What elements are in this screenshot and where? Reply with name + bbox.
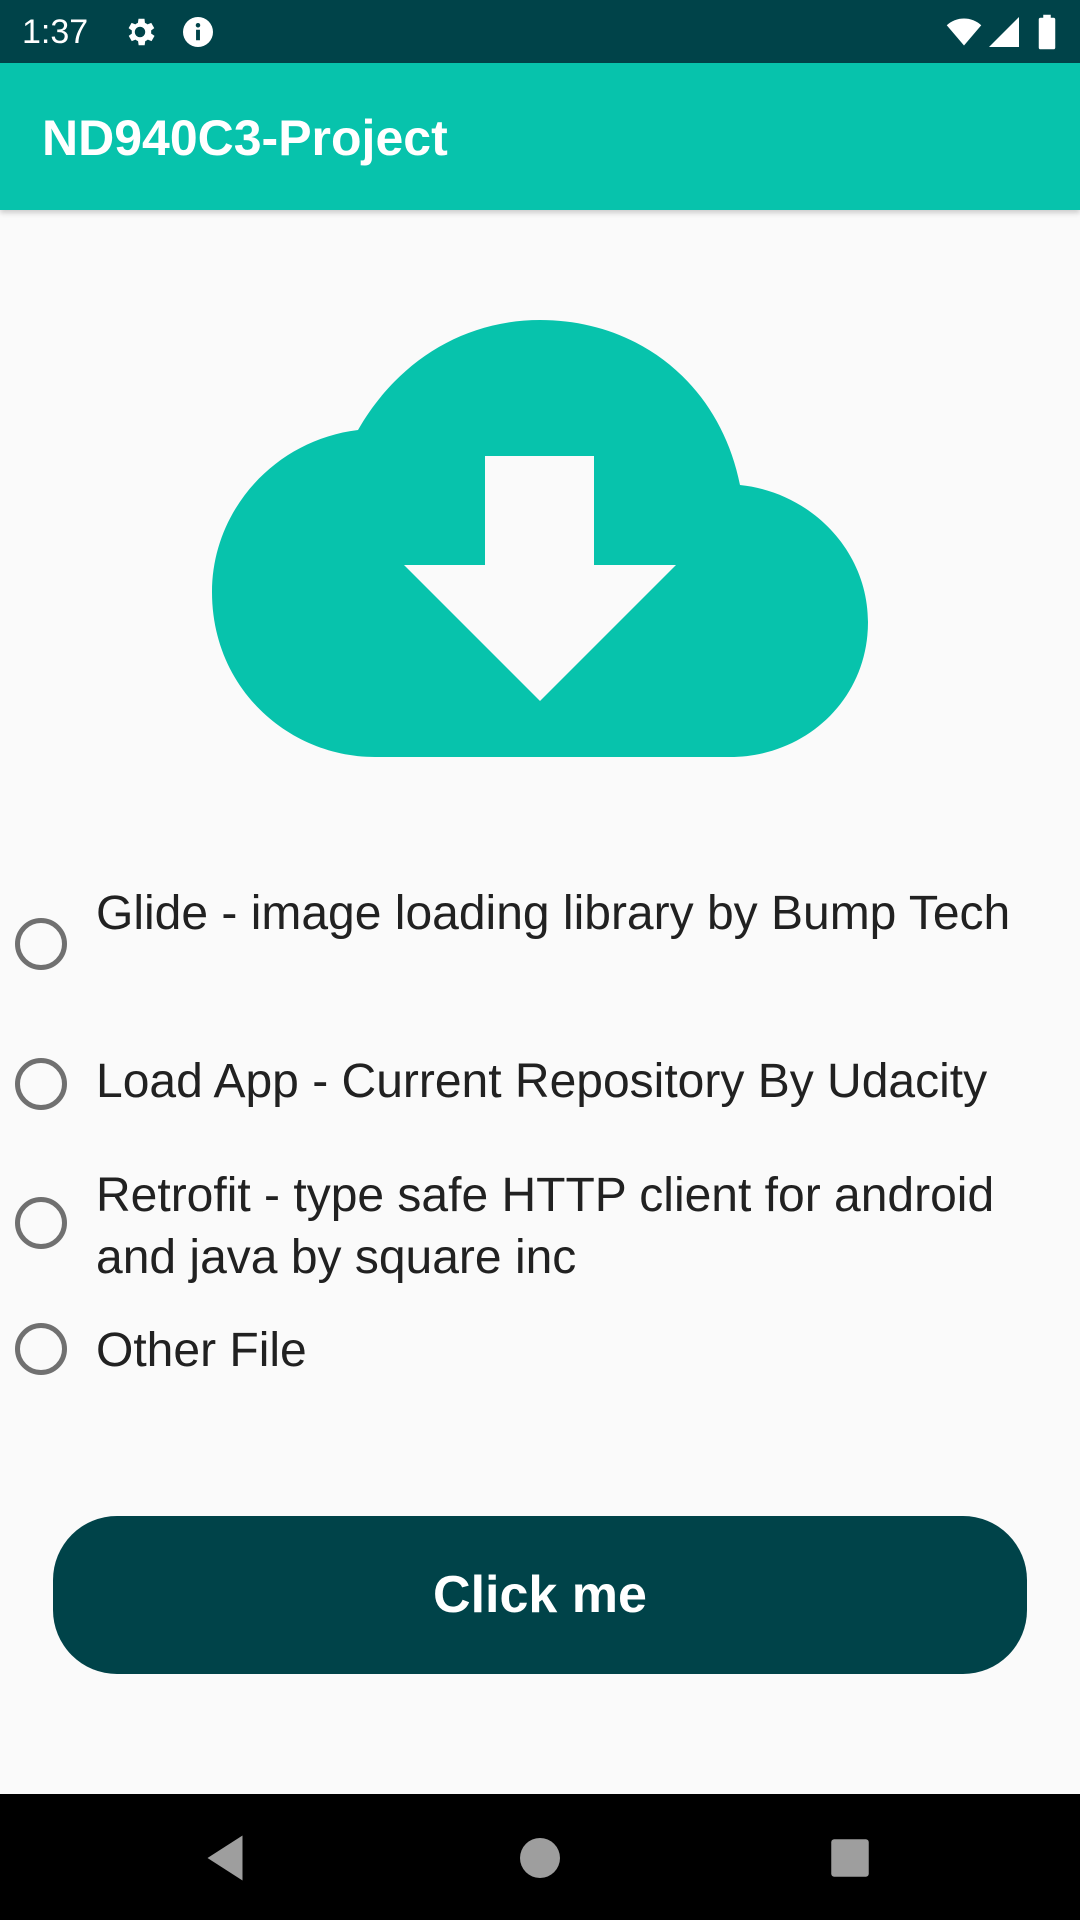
click-me-button[interactable]: Click me (53, 1516, 1027, 1674)
radio-label-other-file: Other File (96, 1324, 307, 1377)
cloud-download-icon (205, 315, 875, 765)
app-title: ND940C3-Project (42, 110, 448, 166)
recents-icon[interactable] (820, 1828, 880, 1888)
radio-label-retrofit: Retrofit - type safe HTTP client for and… (96, 1169, 995, 1284)
radio-option-glide[interactable]: Glide - image loading library by Bump Te… (0, 880, 1080, 1000)
radio-option-load-app[interactable]: Load App - Current Repository By Udacity (0, 1030, 1080, 1120)
settings-gear-icon (122, 14, 158, 50)
radio-label-glide: Glide - image loading library by Bump Te… (96, 887, 1011, 940)
radio-label-load-app: Load App - Current Repository By Udacity (96, 1055, 988, 1108)
info-icon (180, 14, 216, 50)
radio-button-unchecked[interactable] (15, 918, 67, 970)
status-bar: 1:37 (0, 0, 1080, 63)
wifi-icon (944, 14, 984, 50)
back-icon[interactable] (195, 1828, 255, 1888)
status-time: 1:37 (22, 13, 89, 51)
app-screen: 1:37 ND940C3-Project Glide - image loadi… (0, 0, 1080, 1920)
click-me-button-label: Click me (433, 1566, 647, 1624)
radio-button-unchecked[interactable] (15, 1323, 67, 1375)
home-icon[interactable] (510, 1828, 570, 1888)
radio-option-retrofit[interactable]: Retrofit - type safe HTTP client for and… (0, 1165, 1080, 1285)
cell-signal-icon (986, 14, 1022, 50)
battery-icon (1036, 14, 1058, 50)
system-nav-bar (0, 1794, 1080, 1920)
radio-button-unchecked[interactable] (15, 1197, 67, 1249)
radio-button-unchecked[interactable] (15, 1058, 67, 1110)
app-bar: ND940C3-Project (0, 63, 1080, 210)
radio-option-other-file[interactable]: Other File (0, 1305, 1080, 1395)
